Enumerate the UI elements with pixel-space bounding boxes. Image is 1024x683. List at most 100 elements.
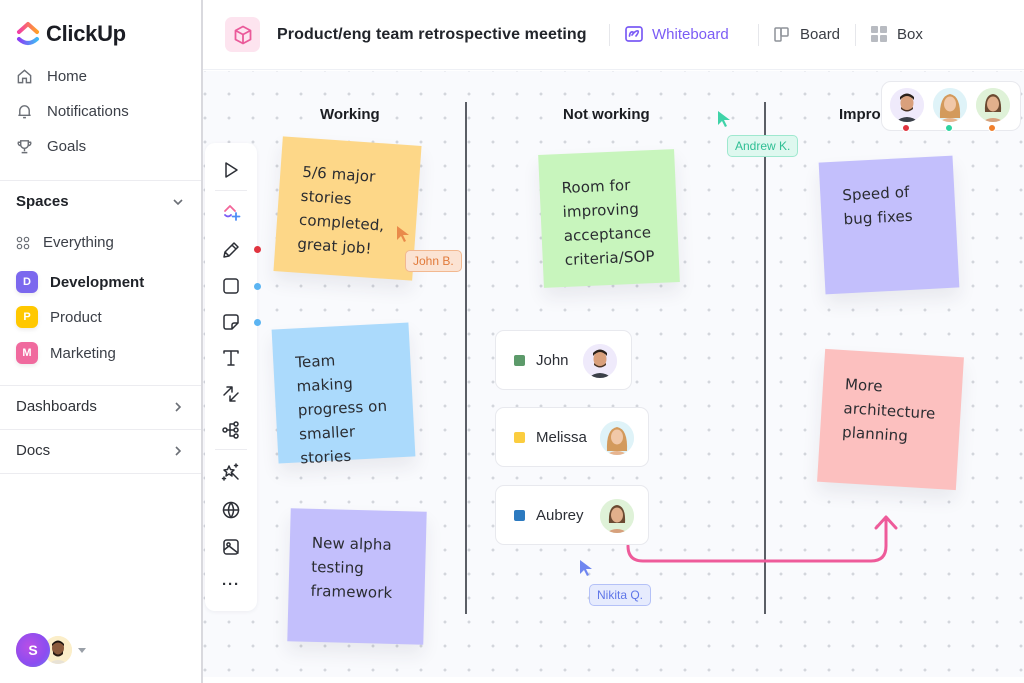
page-title: Product/eng team retrospective meeting [277, 26, 587, 43]
tool-shape[interactable] [220, 275, 242, 297]
person-photo-icon [583, 344, 617, 378]
tab-label: Whiteboard [652, 25, 729, 43]
column-divider[interactable] [465, 102, 467, 614]
sidebar-item-label: Home [47, 68, 88, 85]
cursor-name-tag: John B. [405, 250, 462, 272]
cube-icon [234, 25, 251, 44]
person-card[interactable]: Melissa [495, 407, 649, 467]
tool-magic[interactable] [220, 461, 242, 483]
tab-whiteboard[interactable]: Whiteboard [624, 24, 729, 44]
view-separator [758, 24, 759, 46]
person-photo-icon [933, 88, 967, 122]
status-dot [902, 124, 910, 132]
shape-color-dot [254, 283, 261, 290]
person-name: John [536, 351, 569, 369]
sticky-text: New alpha testing framework [310, 533, 393, 602]
space-badge: M [16, 342, 38, 364]
tool-connector[interactable] [220, 383, 242, 405]
cursor-name-tag: Nikita Q. [589, 584, 652, 606]
sidebar-item-docs[interactable]: Docs [16, 442, 185, 459]
space-product[interactable]: P Product [16, 306, 102, 328]
color-swatch [514, 354, 525, 366]
header: Product/eng team retrospective meeting W… [203, 0, 1024, 70]
person-card[interactable]: Aubrey [495, 485, 649, 545]
tool-clickup-ai[interactable] [220, 201, 242, 223]
collaborator-avatar[interactable] [933, 88, 967, 122]
whiteboard-doc-icon [225, 17, 260, 52]
collaborator-avatar[interactable] [976, 88, 1010, 122]
sticky-text: More architecture planning [841, 375, 936, 446]
globe-icon [222, 501, 240, 519]
person-photo-icon [890, 88, 924, 122]
cursor-icon [718, 111, 730, 127]
sticky-note[interactable]: Room for improving acceptance criteria/S… [538, 149, 680, 288]
tab-box[interactable]: Box [869, 24, 923, 44]
mind-map-icon [222, 421, 239, 439]
sidebar: ClickUp Home Notifications Goals Spaces … [0, 0, 203, 683]
space-everything[interactable]: Everything [16, 234, 114, 251]
sidebar-divider [0, 473, 201, 474]
toolbar-divider [215, 449, 247, 450]
sticky-note[interactable]: 5/6 major stories completed, great job! [273, 136, 422, 281]
square-icon [223, 278, 239, 294]
space-development[interactable]: D Development [16, 271, 144, 293]
whiteboard-canvas[interactable]: Working Not working Impro 5/6 major stor… [203, 71, 1024, 677]
view-separator [609, 24, 610, 46]
column-header-not-working: Not working [563, 106, 650, 123]
user-menu[interactable]: S [16, 633, 86, 667]
bell-icon [18, 105, 31, 119]
space-label: Development [50, 273, 145, 291]
tool-image[interactable] [220, 536, 242, 558]
sticky-note[interactable]: New alpha testing framework [287, 508, 427, 645]
tab-label: Box [897, 25, 923, 43]
pointer-icon [225, 162, 238, 178]
column-divider[interactable] [764, 102, 766, 614]
chevron-down-icon[interactable] [171, 195, 185, 209]
tab-board[interactable]: Board [772, 24, 840, 44]
person-photo-icon [600, 421, 634, 455]
avatar [600, 499, 634, 533]
sidebar-item-dashboards[interactable]: Dashboards [16, 398, 185, 415]
caret-down-icon[interactable] [78, 647, 86, 653]
person-photo-icon [976, 88, 1010, 122]
magic-wand-icon [221, 463, 239, 481]
chevron-right-icon [175, 401, 182, 412]
tool-more[interactable]: ··· [220, 573, 242, 595]
image-icon [223, 539, 239, 555]
sticky-note[interactable]: Speed of bug fixes [818, 155, 960, 295]
spaces-header[interactable]: Spaces [16, 193, 185, 210]
tool-pen[interactable] [220, 239, 242, 261]
tool-mind-map[interactable] [220, 419, 242, 441]
space-badge: P [16, 306, 38, 328]
sidebar-divider [0, 429, 201, 430]
sidebar-item-goals[interactable]: Goals [16, 138, 86, 155]
tool-embed[interactable] [220, 499, 242, 521]
whiteboard-toolbar: ··· [205, 143, 257, 611]
color-swatch [514, 509, 525, 521]
board-icon [774, 27, 789, 42]
workspace-avatar[interactable]: S [16, 633, 50, 667]
toolbar-divider [215, 190, 247, 191]
tool-select[interactable] [220, 159, 242, 181]
tool-sticky-note[interactable] [220, 311, 242, 333]
clickup-logo[interactable]: ClickUp [16, 20, 126, 48]
brand-name: ClickUp [46, 21, 126, 46]
column-header-working: Working [320, 106, 380, 123]
collaborators-panel[interactable] [881, 81, 1021, 132]
sidebar-item-notifications[interactable]: Notifications [16, 103, 129, 120]
sidebar-item-home[interactable]: Home [16, 68, 87, 85]
space-marketing[interactable]: M Marketing [16, 342, 116, 364]
collaborator-avatar[interactable] [890, 88, 924, 122]
person-card[interactable]: John [495, 330, 632, 390]
sticky-note[interactable]: More architecture planning [817, 348, 964, 491]
sidebar-divider [0, 180, 201, 181]
person-photo-icon [600, 499, 634, 533]
tool-text[interactable] [220, 347, 242, 369]
space-label: Marketing [50, 344, 116, 362]
sticky-note-icon [223, 314, 239, 330]
sticky-text: Speed of bug fixes [841, 182, 914, 229]
view-separator [855, 24, 856, 46]
sticky-note[interactable]: Team making progress on smaller stories [271, 322, 416, 467]
clickup-ai-icon [224, 205, 241, 221]
avatar [583, 344, 617, 378]
